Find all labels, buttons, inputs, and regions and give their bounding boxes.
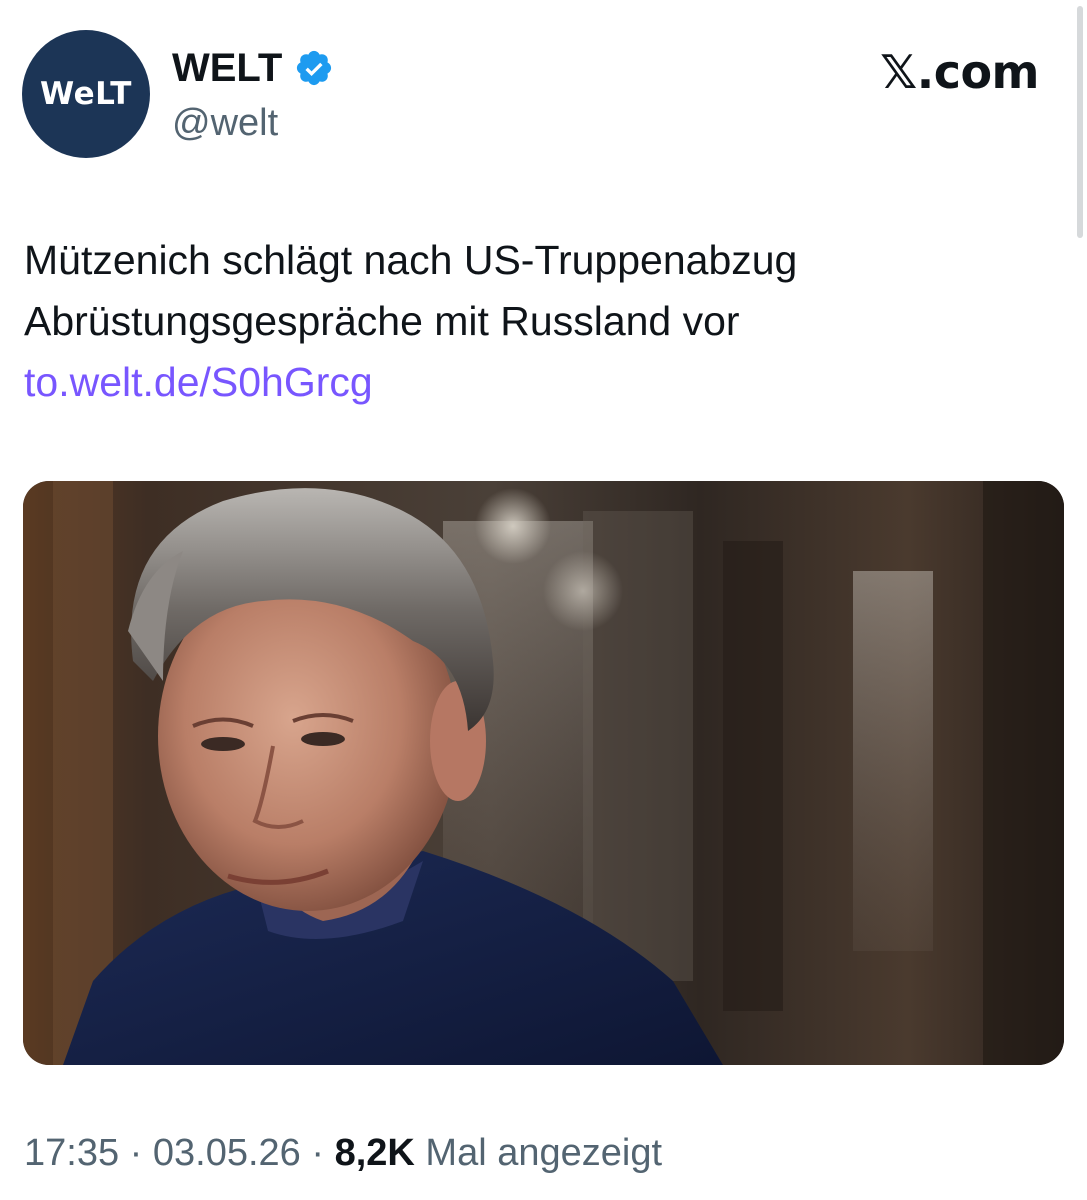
meta-separator: · — [300, 1132, 335, 1174]
account-handle[interactable]: @welt — [172, 100, 278, 146]
tweet-meta: 17:35 · 03.05.26 · 8,2K Mal angezeigt — [24, 1128, 662, 1178]
views-label: Mal angezeigt — [414, 1132, 663, 1174]
tweet-time[interactable]: 17:35 — [24, 1132, 119, 1174]
avatar[interactable]: WeLT — [22, 30, 150, 158]
tweet-media-photo[interactable] — [23, 481, 1064, 1065]
portrait-photo — [23, 481, 1064, 1065]
x-logo-source: 𝕏.com — [880, 45, 1039, 99]
views-count: 8,2K — [334, 1132, 415, 1174]
avatar-logo-text: WeLT — [40, 76, 132, 112]
tweet-text: Mützenich schlägt nach US-Truppenabzug A… — [24, 230, 1054, 413]
tweet-date[interactable]: 03.05.26 — [153, 1132, 301, 1174]
display-name[interactable]: WELT — [172, 44, 282, 92]
scrollbar-thumb[interactable] — [1077, 6, 1083, 238]
tweet-link[interactable]: to.welt.de/S0hGrcg — [24, 359, 373, 405]
tweet-text-line-1: Mützenich schlägt nach US-Truppenabzug — [24, 237, 798, 283]
tweet-text-line-2: Abrüstungsgespräche mit Russland vor — [24, 298, 740, 344]
author-name-row: WELT — [172, 44, 334, 92]
tweet-card: WeLT WELT @welt 𝕏.com Mützenich schlägt … — [0, 0, 1087, 1200]
verified-badge-icon — [297, 50, 332, 86]
meta-separator: · — [119, 1132, 153, 1174]
